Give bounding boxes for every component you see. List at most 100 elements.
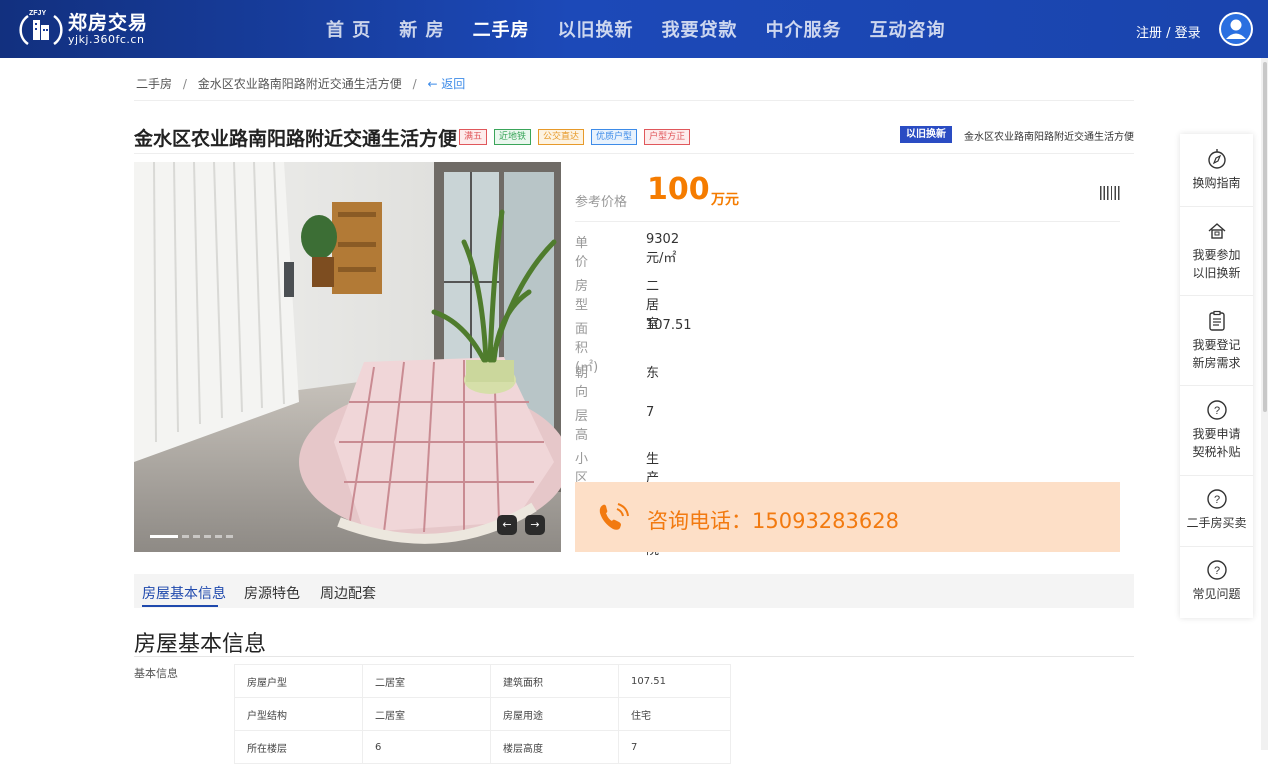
tab-surroundings[interactable]: 周边配套 [320, 583, 376, 603]
divider [1180, 295, 1253, 296]
breadcrumb-separator: / [182, 77, 187, 91]
nav-new-homes[interactable]: 新 房 [399, 16, 444, 42]
svg-text:?: ? [1213, 494, 1219, 506]
breadcrumb-root[interactable]: 二手房 [136, 77, 172, 91]
info-value: 东 [646, 366, 660, 381]
compass-icon [1207, 149, 1226, 169]
svg-text:?: ? [1213, 565, 1219, 577]
listing-photo [134, 162, 561, 552]
side-link-faq[interactable]: ? 常见问题 [1180, 559, 1253, 603]
table-row: 房屋户型 二居室 建筑面积 107.51 [234, 664, 731, 698]
carousel-dot[interactable] [226, 535, 233, 538]
basic-info-table: 房屋户型 二居室 建筑面积 107.51 户型结构 二居室 房屋用途 住宅 所在… [234, 664, 731, 764]
listing-tag: 户型方正 [644, 129, 691, 145]
breadcrumb: 二手房 / 金水区农业路南阳路附近交通生活方便 / ← 返回 [136, 75, 465, 92]
top-navigation-bar: ZFJY 郑房交易 yjkj.360fc.cn 首 页 新 房 二手房 以旧换新… [0, 0, 1268, 58]
nav-second-hand[interactable]: 二手房 [473, 16, 530, 42]
side-link-label: 换购指南 [1192, 176, 1241, 190]
table-cell: 二居室 [362, 697, 491, 731]
main-nav: 首 页 新 房 二手房 以旧换新 我要贷款 中介服务 互动咨询 [326, 0, 974, 58]
side-link-label: 二手房买卖 [1186, 516, 1247, 530]
divider [134, 100, 1134, 101]
basic-info-label: 基本信息 [134, 667, 178, 680]
table-cell: 所在楼层 [234, 730, 363, 764]
question-icon: ? [1206, 489, 1227, 509]
back-link[interactable]: ← 返回 [427, 77, 465, 91]
divider [1180, 475, 1253, 476]
listing-tag: 满五 [459, 129, 488, 145]
house-icon [1208, 223, 1225, 239]
site-logo[interactable]: ZFJY 郑房交易 yjkj.360fc.cn [18, 8, 148, 50]
trade-in-text: 金水区农业路南阳路附近交通生活方便 [964, 132, 1134, 143]
phone-icon [599, 503, 629, 530]
listing-tag: 公交直达 [538, 129, 585, 145]
side-quick-links: 换购指南 我要参加 以旧换新 我要登记 新房需求 ? 我要申请 契税补贴 ? 二… [1180, 134, 1253, 618]
nav-loan[interactable]: 我要贷款 [662, 16, 738, 42]
info-label: 朝向 [575, 366, 589, 400]
table-row: 户型结构 二居室 房屋用途 住宅 [234, 697, 731, 731]
nav-consult[interactable]: 互动咨询 [870, 16, 946, 42]
svg-text:?: ? [1213, 405, 1219, 417]
listing-info-panel: 参考价格 100 万元 单价 9302 元/㎡ 房型 二居室 面积(㎡) 107… [575, 162, 1120, 558]
side-link-label: 以旧换新 [1192, 266, 1241, 280]
side-link-label: 我要参加 [1192, 248, 1241, 262]
carousel-dot[interactable] [215, 535, 222, 538]
price-unit: 万元 [711, 192, 739, 208]
logo-letters: ZFJY [29, 10, 46, 17]
section-title: 房屋基本信息 [134, 632, 267, 657]
trade-in-badge[interactable]: 以旧换新 [900, 126, 952, 143]
table-cell: 户型结构 [234, 697, 363, 731]
side-link-register-demand[interactable]: 我要登记 新房需求 [1180, 310, 1253, 372]
divider [134, 153, 1134, 154]
side-link-tax-subsidy[interactable]: ? 我要申请 契税补贴 [1180, 399, 1253, 461]
carousel-dots [150, 535, 237, 538]
listing-photo-carousel[interactable]: ← → [134, 162, 561, 552]
nav-home[interactable]: 首 页 [326, 16, 371, 42]
qrcode-icon[interactable] [1100, 186, 1120, 200]
page-scrollbar-thumb[interactable] [1263, 62, 1267, 412]
nav-agency[interactable]: 中介服务 [766, 16, 842, 42]
info-label: 房型 [575, 279, 589, 313]
tab-features[interactable]: 房源特色 [244, 583, 300, 603]
divider [134, 656, 1134, 657]
consult-phone-text: 咨询电话：15093283628 [647, 509, 899, 533]
side-link-label: 契税补贴 [1192, 445, 1241, 459]
divider [1180, 546, 1253, 547]
consult-phone-banner[interactable]: 咨询电话：15093283628 [575, 482, 1120, 552]
active-tab-indicator [142, 605, 218, 607]
tab-basic-info[interactable]: 房屋基本信息 [142, 583, 226, 603]
carousel-dot[interactable] [182, 535, 189, 538]
detail-tabs: 房屋基本信息 房源特色 周边配套 [134, 574, 1134, 608]
table-cell: 二居室 [362, 664, 491, 698]
logo-domain: yjkj.360fc.cn [68, 33, 145, 46]
carousel-prev-button[interactable]: ← [497, 515, 517, 535]
side-link-second-hand-trade[interactable]: ? 二手房买卖 [1180, 488, 1253, 532]
side-link-label: 我要登记 [1192, 338, 1241, 352]
user-avatar-icon[interactable] [1219, 12, 1253, 46]
table-cell: 107.51 [618, 664, 731, 698]
info-value: 9302 元/㎡ [646, 232, 680, 266]
login-link[interactable]: 注册 / 登录 [1136, 22, 1201, 41]
carousel-next-button[interactable]: → [525, 515, 545, 535]
listing-tag: 优质户型 [591, 129, 638, 145]
carousel-dot[interactable] [193, 535, 200, 538]
info-label: 单价 [575, 236, 589, 270]
side-link-trade-in[interactable]: 我要参加 以旧换新 [1180, 220, 1253, 282]
question-icon: ? [1206, 400, 1227, 420]
listing-tags: 满五 近地铁 公交直达 优质户型 户型方正 [459, 129, 697, 145]
table-cell: 房屋用途 [490, 697, 619, 731]
side-link-label: 常见问题 [1192, 587, 1241, 601]
price-row: 参考价格 100 万元 [575, 162, 1120, 222]
side-link-guide[interactable]: 换购指南 [1180, 148, 1253, 192]
carousel-dot[interactable] [204, 535, 211, 538]
logo-title: 郑房交易 [68, 12, 149, 34]
divider [1180, 206, 1253, 207]
question-icon: ? [1206, 560, 1227, 580]
divider [1180, 385, 1253, 386]
side-link-label: 我要申请 [1192, 427, 1241, 441]
carousel-dot[interactable] [150, 535, 178, 538]
info-value: 107.51 [646, 318, 692, 333]
side-link-label: 新房需求 [1192, 356, 1241, 370]
price-value: 100 [647, 172, 710, 207]
nav-trade-in[interactable]: 以旧换新 [558, 16, 634, 42]
